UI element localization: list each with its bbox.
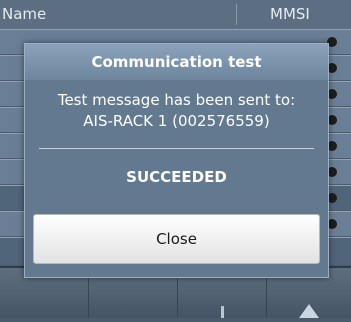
communication-test-dialog: Communication test Test message has been… — [24, 43, 329, 278]
close-button[interactable]: Close — [33, 214, 320, 264]
list-header: Name MMSI — [0, 0, 351, 29]
dialog-divider — [39, 148, 314, 149]
column-header-name[interactable]: Name — [2, 0, 46, 29]
status-text: SUCCEEDED — [126, 168, 227, 186]
column-divider — [236, 4, 237, 25]
dialog-message-line1: Test message has been sent to: — [57, 91, 296, 109]
dialog-title: Communication test — [25, 44, 328, 80]
dialog-message-line2: AIS-RACK 1 (002576559) — [83, 112, 270, 130]
dialog-message: Test message has been sent to: AIS-RACK … — [25, 90, 328, 132]
column-header-mmsi[interactable]: MMSI — [270, 0, 310, 29]
